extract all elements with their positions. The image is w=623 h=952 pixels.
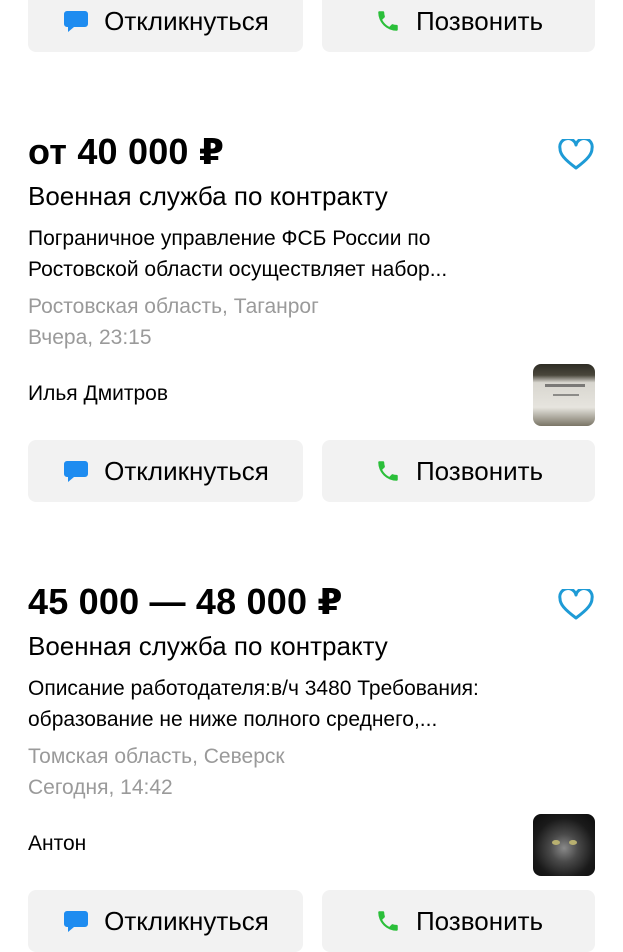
- phone-icon: [374, 457, 402, 485]
- chat-bubble-icon: [62, 457, 90, 485]
- call-button[interactable]: Позвонить: [322, 890, 595, 952]
- call-label: Позвонить: [415, 905, 544, 936]
- avatar-detail: [552, 840, 560, 845]
- action-row: Откликнуться Позвонить: [28, 890, 595, 952]
- respond-button[interactable]: Откликнуться: [28, 890, 303, 952]
- call-label: Позвонить: [415, 5, 544, 36]
- description-line: образование не ниже полного среднего,...: [28, 708, 438, 731]
- favorite-heart-icon[interactable]: [558, 137, 594, 171]
- vacancy-title[interactable]: Военная служба по контракту: [28, 181, 388, 212]
- favorite-heart-icon[interactable]: [558, 587, 594, 621]
- vacancy-title[interactable]: Военная служба по контракту: [28, 631, 388, 662]
- action-row-top: Откликнуться Позвонить: [28, 0, 595, 52]
- chat-bubble-icon: [62, 907, 90, 935]
- respond-label: Откликнуться: [104, 455, 269, 486]
- vacancy-description: Описание работодателя:в/ч 3480 Требовани…: [28, 673, 548, 735]
- respond-label: Откликнуться: [104, 5, 269, 36]
- respond-button[interactable]: Откликнуться: [28, 0, 303, 52]
- respond-label: Откликнуться: [104, 905, 269, 936]
- vacancy-price: от 40 000 ₽: [28, 131, 225, 172]
- description-line: Ростовской области осуществляет набор...: [28, 258, 448, 281]
- vacancy-description: Пограничное управление ФСБ России по Рос…: [28, 223, 548, 285]
- avatar-detail: [545, 384, 585, 387]
- vacancy-feed: Откликнуться Позвонить от 40 000 ₽ Военн…: [0, 0, 623, 952]
- description-line: Описание работодателя:в/ч 3480 Требовани…: [28, 677, 479, 700]
- action-row: Откликнуться Позвонить: [28, 440, 595, 502]
- vacancy-location: Томская область, Северск: [28, 745, 285, 768]
- call-label: Позвонить: [415, 455, 544, 486]
- call-button[interactable]: Позвонить: [322, 0, 595, 52]
- author-name: Илья Дмитров: [28, 382, 169, 405]
- call-button[interactable]: Позвонить: [322, 440, 595, 502]
- phone-icon: [374, 7, 402, 35]
- avatar-detail: [553, 394, 579, 396]
- avatar-detail: [569, 840, 577, 845]
- author-avatar[interactable]: [533, 364, 595, 426]
- respond-button[interactable]: Откликнуться: [28, 440, 303, 502]
- vacancy-date: Сегодня, 14:42: [28, 776, 173, 799]
- vacancy-price: 45 000 — 48 000 ₽: [28, 581, 343, 622]
- chat-bubble-icon: [62, 7, 90, 35]
- vacancy-location: Ростовская область, Таганрог: [28, 295, 319, 318]
- phone-icon: [374, 907, 402, 935]
- vacancy-date: Вчера, 23:15: [28, 326, 152, 349]
- author-avatar[interactable]: [533, 814, 595, 876]
- author-name: Антон: [28, 832, 87, 855]
- description-line: Пограничное управление ФСБ России по: [28, 227, 431, 250]
